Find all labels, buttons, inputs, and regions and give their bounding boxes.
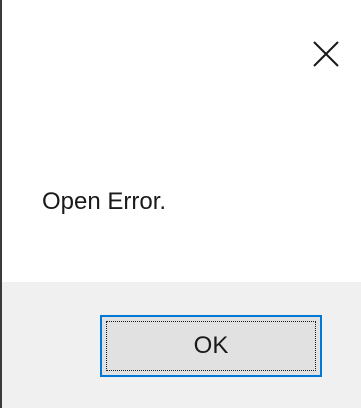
error-dialog: Open Error. OK bbox=[0, 0, 361, 408]
ok-button[interactable]: OK bbox=[100, 315, 322, 377]
dialog-footer: OK bbox=[2, 282, 361, 408]
ok-button-label: OK bbox=[193, 332, 229, 359]
error-message: Open Error. bbox=[42, 188, 167, 215]
dialog-content: Open Error. bbox=[2, 100, 361, 280]
close-button[interactable] bbox=[298, 26, 354, 82]
dialog-titlebar bbox=[2, 0, 361, 100]
close-icon bbox=[313, 41, 339, 67]
